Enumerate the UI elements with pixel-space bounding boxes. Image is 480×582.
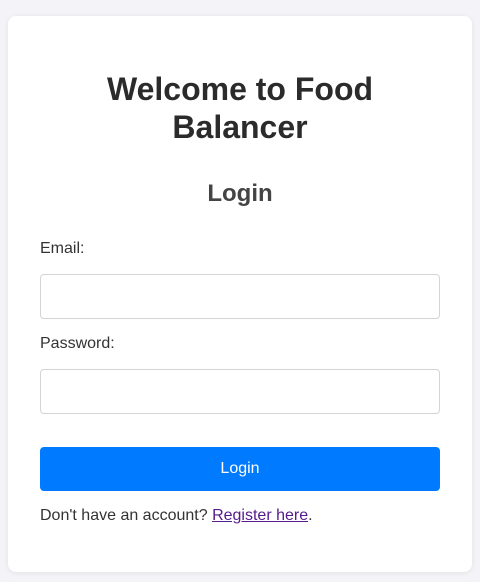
form-heading: Login	[207, 180, 273, 207]
login-button[interactable]: Login	[40, 447, 440, 491]
password-field[interactable]	[40, 369, 440, 414]
login-card: Welcome to Food Balancer Login Email: Pa…	[8, 16, 472, 572]
register-trailing-text: .	[308, 507, 313, 524]
register-prompt-text: Don't have an account?	[40, 507, 213, 524]
email-label: Email:	[40, 240, 85, 257]
register-prompt: Don't have an account? Register here.	[40, 506, 313, 526]
email-field[interactable]	[40, 274, 440, 319]
password-label: Password:	[40, 335, 115, 352]
page-title: Welcome to Food Balancer	[106, 71, 374, 145]
register-link[interactable]: Register here	[212, 507, 308, 524]
